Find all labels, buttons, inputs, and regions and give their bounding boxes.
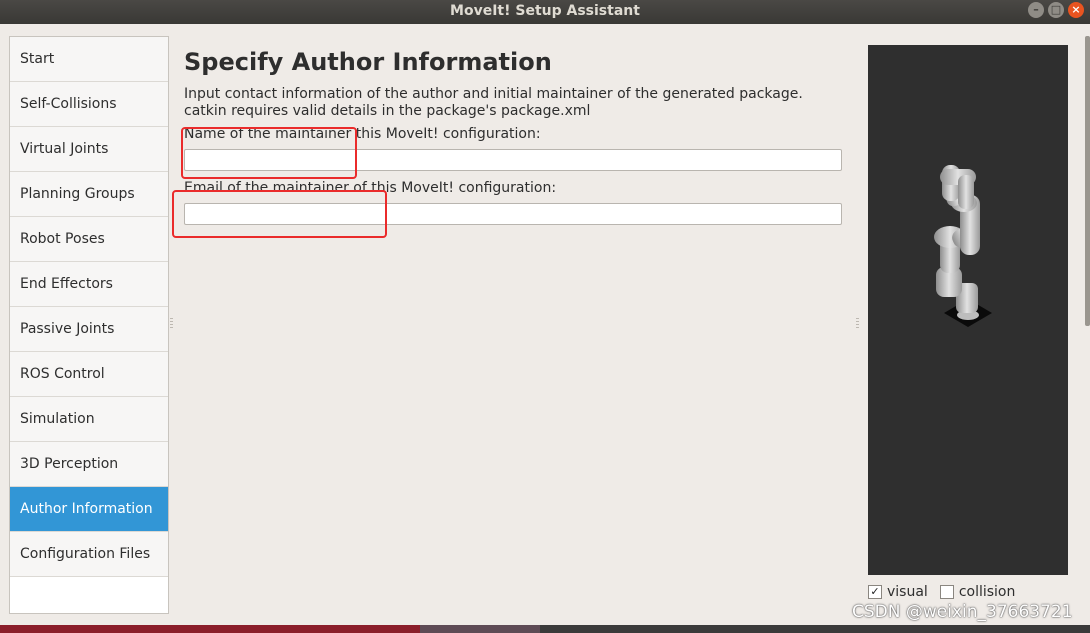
right-splitter-handle[interactable] xyxy=(856,318,859,328)
robot-3d-viewer[interactable] xyxy=(868,45,1068,575)
sidebar-item-robot-poses[interactable]: Robot Poses xyxy=(10,217,168,262)
sidebar-item-configuration-files[interactable]: Configuration Files xyxy=(10,532,168,577)
sidebar-item-planning-groups[interactable]: Planning Groups xyxy=(10,172,168,217)
window-controls: – □ × xyxy=(1028,2,1084,18)
annotation-box-email xyxy=(172,190,387,238)
desktop-taskbar xyxy=(0,625,1090,633)
sidebar-item-end-effectors[interactable]: End Effectors xyxy=(10,262,168,307)
collision-checkbox[interactable] xyxy=(939,585,954,599)
visual-checkbox-label: visual xyxy=(887,584,928,600)
window-title: MoveIt! Setup Assistant xyxy=(450,3,640,19)
window-scrollbar[interactable] xyxy=(1085,36,1090,326)
sidebar-item-ros-control[interactable]: ROS Control xyxy=(10,352,168,397)
sidebar-item-passive-joints[interactable]: Passive Joints xyxy=(10,307,168,352)
close-button[interactable]: × xyxy=(1068,2,1084,18)
sidebar-item-author-information[interactable]: Author Information xyxy=(10,487,168,532)
sidebar-item-3d-perception[interactable]: 3D Perception xyxy=(10,442,168,487)
collision-checkbox-label: collision xyxy=(958,584,1016,600)
sidebar-item-start[interactable]: Start xyxy=(10,37,168,82)
sidebar-item-simulation[interactable]: Simulation xyxy=(10,397,168,442)
visual-checkbox[interactable]: ✓ xyxy=(868,585,882,599)
left-splitter-handle[interactable] xyxy=(170,318,173,328)
sidebar-item-self-collisions[interactable]: Self-Collisions xyxy=(10,82,168,127)
watermark-text: CSDN @weixin_37663721 xyxy=(852,602,1073,622)
page-description: Input contact information of the author … xyxy=(184,86,803,119)
maximize-button[interactable]: □ xyxy=(1048,2,1064,18)
robot-arm-model xyxy=(934,165,992,327)
minimize-button[interactable]: – xyxy=(1028,2,1044,18)
page-title: Specify Author Information xyxy=(184,48,552,76)
title-bar: MoveIt! Setup Assistant – □ × xyxy=(0,0,1090,24)
viewer-options: ✓ visual collision xyxy=(868,584,1027,600)
annotation-box-name xyxy=(181,127,357,179)
sidebar-item-virtual-joints[interactable]: Virtual Joints xyxy=(10,127,168,172)
sidebar-nav: Start Self-Collisions Virtual Joints Pla… xyxy=(9,36,169,614)
